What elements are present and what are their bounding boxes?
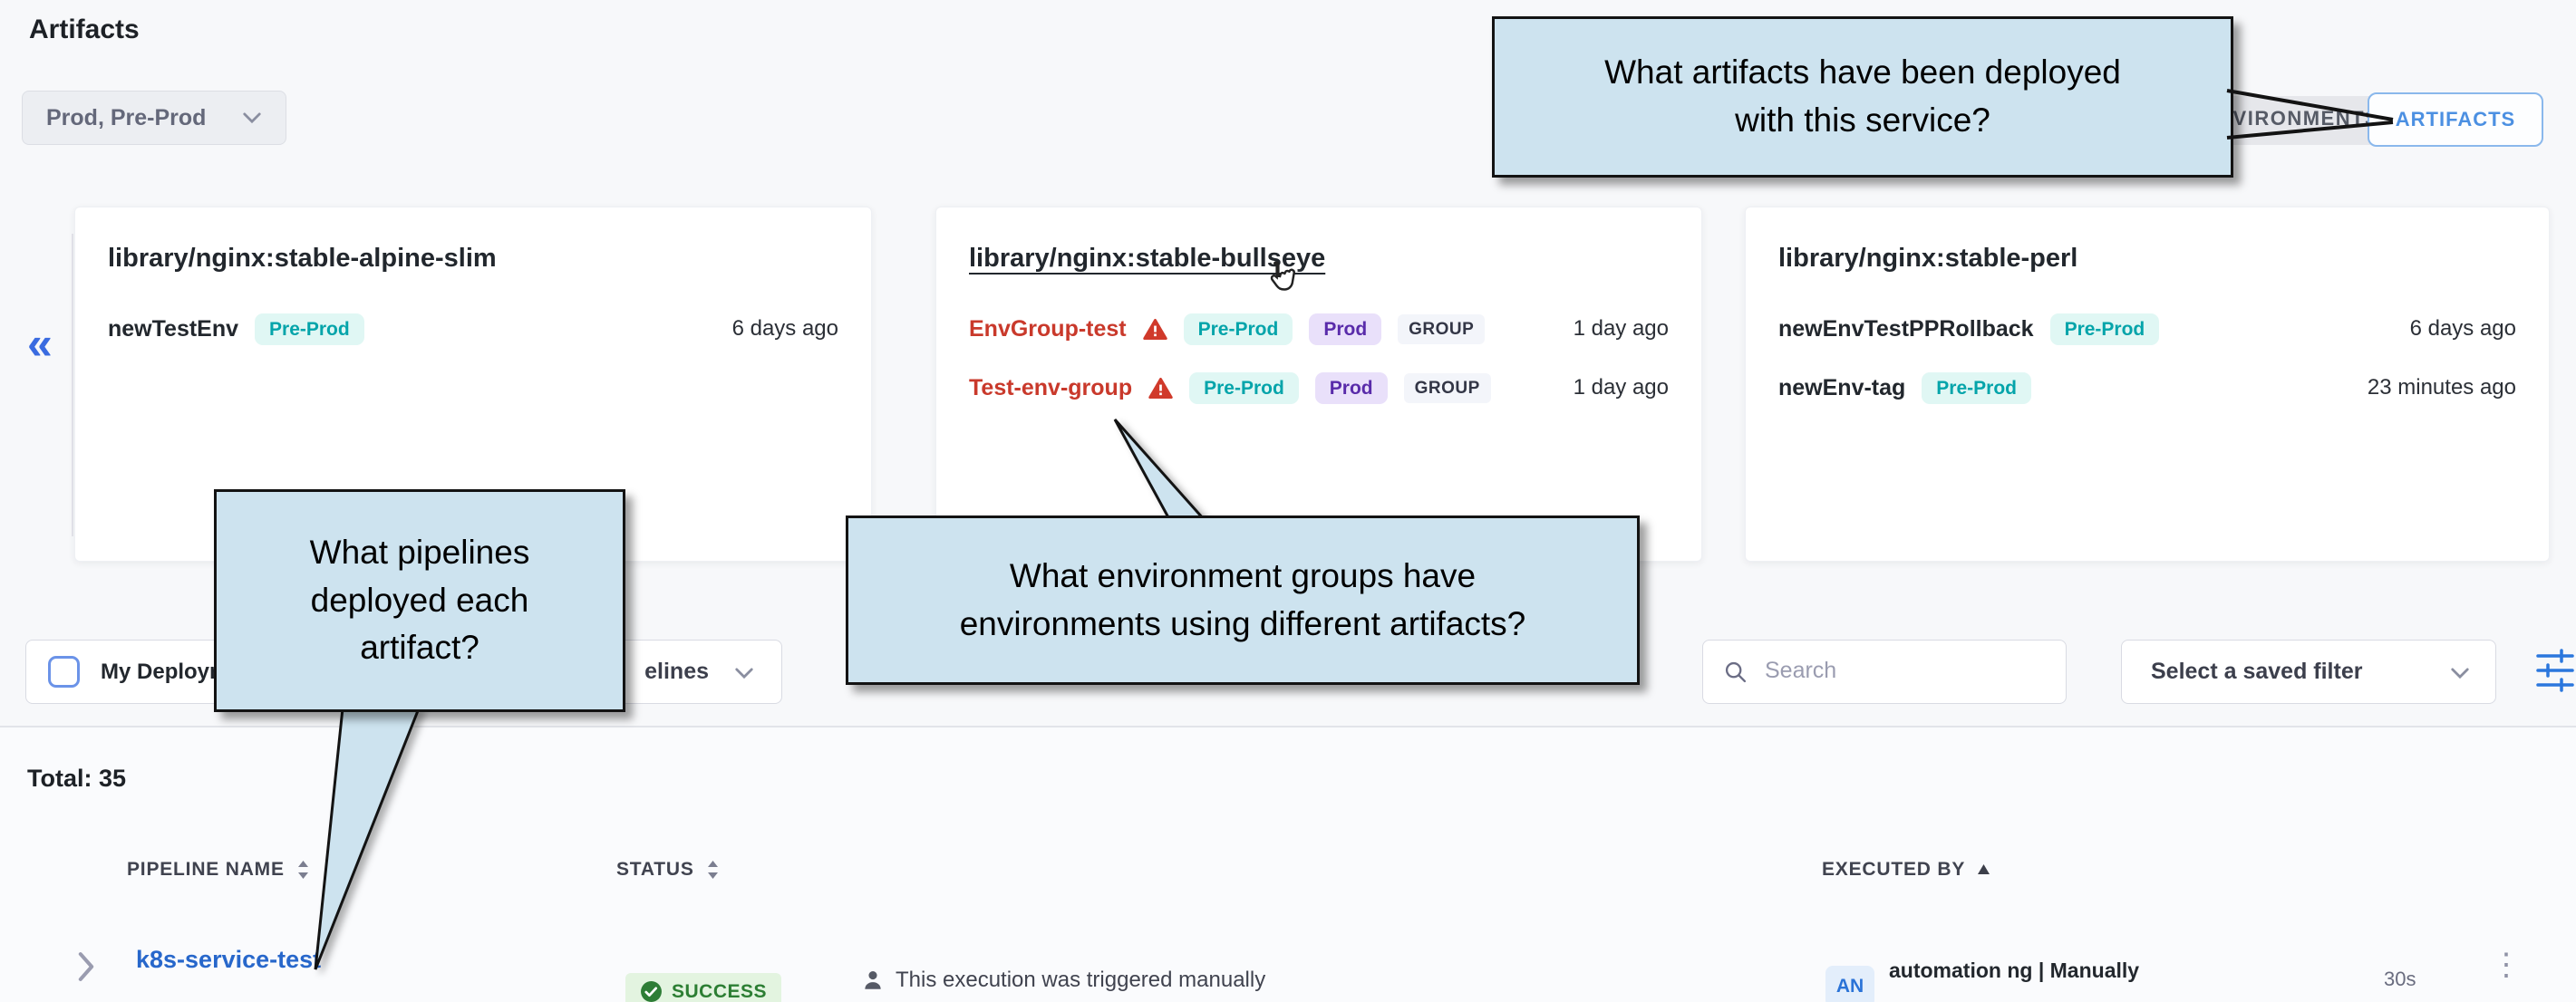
sort-asc-icon <box>1976 863 1991 876</box>
callout-pipelines-pointer <box>299 707 435 975</box>
hand-cursor-icon <box>1262 259 1300 301</box>
preprod-badge: Pre-Prod <box>1184 313 1293 345</box>
preprod-badge: Pre-Prod <box>255 313 364 345</box>
trigger-note: This execution was triggered manually <box>861 968 1265 993</box>
success-check-icon <box>640 980 663 1002</box>
search-input[interactable] <box>1763 642 2044 699</box>
group-badge: GROUP <box>1404 373 1491 403</box>
avatar: AN <box>1825 966 1874 1002</box>
preprod-badge: Pre-Prod <box>1189 372 1299 404</box>
collapse-panel-button[interactable]: « <box>27 321 53 366</box>
pipelines-dropdown[interactable]: elines <box>644 641 709 703</box>
chevron-down-icon <box>242 111 262 124</box>
artifact-title[interactable]: library/nginx:stable-alpine-slim <box>108 244 497 274</box>
column-label: PIPELINE NAME <box>127 859 285 881</box>
artifacts-page: Artifacts Prod, Pre-Prod ENVIRONMENTS AR… <box>0 0 2576 1002</box>
executed-by-text: automation ng | Manually <box>1889 959 2139 983</box>
deploy-time: 6 days ago <box>2410 310 2516 348</box>
filter-sliders-icon[interactable] <box>2534 647 2576 694</box>
environment-name: newTestEnv <box>108 316 238 342</box>
search-icon <box>1723 660 1748 685</box>
preprod-badge: Pre-Prod <box>1922 372 2031 404</box>
pipelines-dropdown-label: elines <box>644 659 709 685</box>
artifact-card: library/nginx:stable-bullseye EnvGroup-t… <box>935 207 1702 562</box>
environment-type-dropdown[interactable]: Prod, Pre-Prod <box>22 91 286 145</box>
status-label: SUCCESS <box>672 981 767 1002</box>
deploy-time: 1 day ago <box>1574 310 1669 348</box>
status-badge: SUCCESS <box>625 973 781 1002</box>
environment-row: EnvGroup-test Pre-Prod Prod GROUP <box>969 310 1485 348</box>
deploy-time: 23 minutes ago <box>2368 369 2516 407</box>
environment-group-link[interactable]: EnvGroup-test <box>969 316 1127 342</box>
prod-badge: Prod <box>1309 313 1381 345</box>
callout-pipelines-question: What pipelines deployed each artifact? <box>214 489 625 712</box>
environment-group-link[interactable]: Test-env-group <box>969 375 1132 401</box>
user-icon <box>861 968 885 992</box>
page-title: Artifacts <box>29 14 140 45</box>
column-label: EXECUTED BY <box>1822 859 1965 881</box>
row-menu-icon[interactable]: ⋮ <box>2491 949 2522 980</box>
callout-envgroups-question: What environment groups have environment… <box>846 515 1640 685</box>
preprod-badge: Pre-Prod <box>2050 313 2160 345</box>
environment-row: Test-env-group Pre-Prod Prod GROUP <box>969 369 1491 407</box>
warning-icon <box>1148 377 1173 400</box>
artifact-card: library/nginx:stable-perl newEnvTestPPRo… <box>1745 207 2550 562</box>
column-header-status[interactable]: STATUS <box>616 859 721 881</box>
panel-divider <box>72 234 73 536</box>
warning-icon <box>1143 318 1167 341</box>
deploy-time: 1 day ago <box>1574 369 1669 407</box>
duration: 30s <box>2384 968 2416 991</box>
sort-icon <box>705 859 721 881</box>
chevron-down-icon <box>2450 667 2470 679</box>
environment-name: newEnv-tag <box>1778 375 1905 401</box>
trigger-note-text: This execution was triggered manually <box>896 968 1265 993</box>
my-deployments-label: My Deploym <box>101 641 228 703</box>
pipeline-link[interactable]: k8s-service-test <box>136 946 321 974</box>
saved-filter-dropdown[interactable]: Select a saved filter <box>2121 640 2496 704</box>
column-label: STATUS <box>616 859 694 881</box>
saved-filter-value: Select a saved filter <box>2151 641 2362 703</box>
environment-row: newEnv-tag Pre-Prod <box>1778 369 2031 407</box>
column-header-executed-by[interactable]: EXECUTED BY <box>1822 859 1991 881</box>
prod-badge: Prod <box>1315 372 1388 404</box>
my-deployments-checkbox[interactable] <box>48 656 80 688</box>
column-header-pipeline-name[interactable]: PIPELINE NAME <box>127 859 311 881</box>
callout-artifacts-question: What artifacts have been deployed with t… <box>1492 16 2233 178</box>
environment-name: newEnvTestPPRollback <box>1778 316 2034 342</box>
environment-type-value: Prod, Pre-Prod <box>46 105 242 131</box>
total-count: Total: 35 <box>27 765 126 793</box>
deploy-time: 6 days ago <box>732 310 838 348</box>
callout-artifacts-pointer <box>2225 83 2402 147</box>
expand-row-chevron-icon[interactable] <box>76 951 96 982</box>
environment-row: newTestEnv Pre-Prod <box>108 310 364 348</box>
chevron-down-icon <box>734 667 754 679</box>
artifact-title[interactable]: library/nginx:stable-perl <box>1778 244 2077 274</box>
callout-envgroups-pointer <box>1104 412 1213 523</box>
search-box <box>1702 640 2067 704</box>
group-badge: GROUP <box>1398 314 1485 344</box>
environment-row: newEnvTestPPRollback Pre-Prod <box>1778 310 2159 348</box>
